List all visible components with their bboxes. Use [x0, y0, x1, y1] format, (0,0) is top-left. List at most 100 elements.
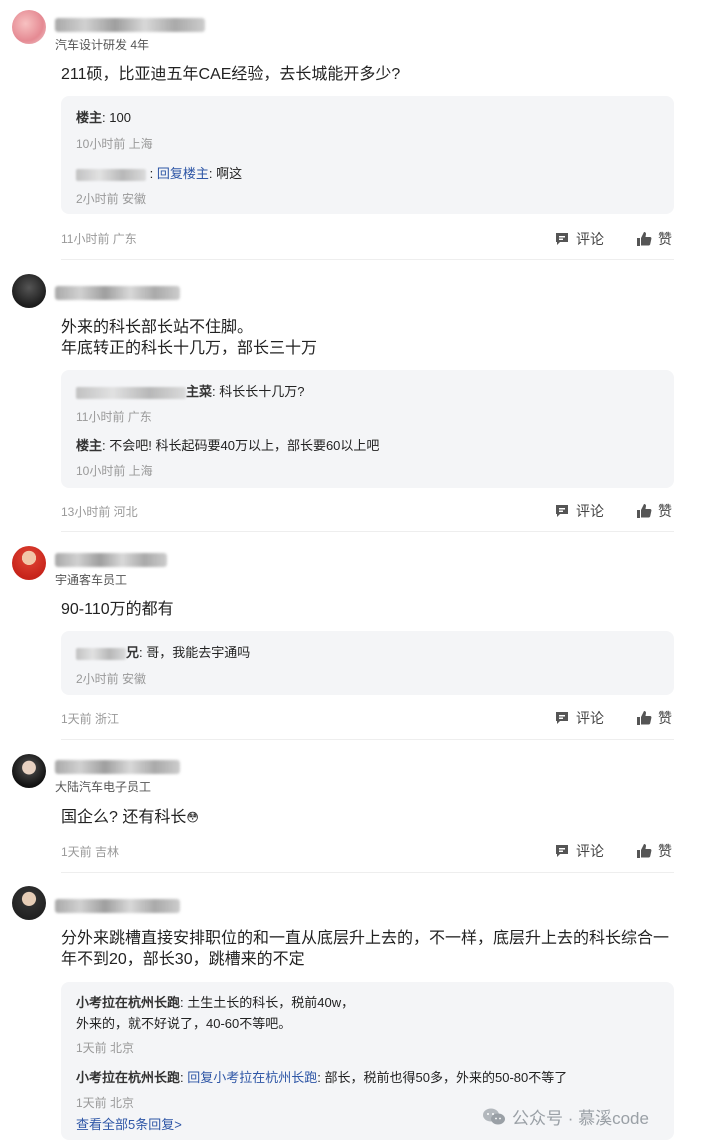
like-button[interactable]: 赞: [636, 708, 672, 728]
divider: [61, 259, 674, 260]
reply-line: 小考拉在杭州长跑: 土生土长的科长，税前40w，: [76, 992, 354, 1011]
reply-line: 楼主: 不会吧! 科长起码要40万以上，部长要60以上吧: [76, 435, 379, 454]
comment-icon: [556, 233, 568, 245]
user-subtitle: 大陆汽车电子员工: [55, 780, 152, 794]
reply-content: 土生土长的科长，税前40w，: [187, 995, 355, 1010]
thumbs-up-icon: [637, 711, 652, 725]
like-button[interactable]: 赞: [636, 841, 672, 861]
like-label: 赞: [658, 843, 672, 859]
thumbs-up-icon: [637, 232, 652, 246]
reply-box: 楼主: 100 10小时前 上海 : 回复楼主: 啊这 2小时前 安徽: [61, 96, 674, 214]
comment-icon: [556, 845, 568, 857]
comment-icon: [556, 505, 568, 517]
username-blurred[interactable]: [55, 286, 180, 300]
username-blurred[interactable]: [55, 553, 167, 567]
reply-box: 兄: 哥，我能去宇通吗 2小时前 安徽: [61, 631, 674, 695]
reply-to-link[interactable]: 回复小考拉在杭州长跑: [187, 1070, 317, 1085]
comment-text-line: 分外来跳槽直接安排职位的和一直从底层升上去的，不一样，底层升上去的科长综合一: [61, 930, 670, 947]
comment-label: 评论: [576, 503, 604, 519]
thumbs-up-icon: [637, 504, 652, 518]
comment-button[interactable]: 评论: [554, 708, 604, 728]
avatar[interactable]: [12, 754, 46, 788]
reply-author-blurred[interactable]: [76, 647, 126, 660]
reply-content: 100: [109, 110, 131, 125]
reply-author[interactable]: 小考拉在杭州长跑: [76, 1070, 180, 1085]
like-label: 赞: [658, 231, 672, 247]
reply-meta: 10小时前 上海: [76, 137, 153, 151]
reply-author-blurred[interactable]: [76, 386, 186, 399]
avatar[interactable]: [12, 546, 46, 580]
view-all-replies-link[interactable]: 查看全部5条回复>: [76, 1114, 182, 1133]
reply-meta: 11小时前 广东: [76, 410, 152, 424]
reply-separator: :: [102, 110, 106, 125]
thumbs-up-icon: [637, 844, 652, 858]
comment-text: 90-110万的都有: [61, 601, 174, 618]
reply-box: 主菜: 科长长十几万? 11小时前 广东 楼主: 不会吧! 科长起码要40万以上…: [61, 370, 674, 488]
avatar[interactable]: [12, 274, 46, 308]
user-subtitle: 宇通客车员工: [55, 573, 128, 587]
comment-label: 评论: [576, 231, 604, 247]
reply-meta: 2小时前 安徽: [76, 192, 147, 206]
like-label: 赞: [658, 710, 672, 726]
reply-line: 楼主: 100: [76, 107, 131, 126]
comment-text-content: 国企么? 还有科长: [61, 809, 187, 826]
reply-line: 兄: 哥，我能去宇通吗: [76, 642, 250, 661]
reply-meta: 10小时前 上海: [76, 464, 153, 478]
username-blurred[interactable]: [55, 760, 180, 774]
username-blurred[interactable]: [55, 899, 180, 913]
reply-separator: :: [102, 438, 106, 453]
comment-text: 国企么? 还有科长😳: [61, 807, 199, 828]
reply-content: 部长，税前也得50多，外来的50-80不等了: [324, 1070, 568, 1085]
wechat-icon: [483, 1108, 505, 1124]
comment-text: 外来的科长部长站不住脚。 年底转正的科长十几万，部长三十万: [61, 317, 317, 359]
comment-text-line: 外来的科长部长站不住脚。: [61, 319, 254, 336]
comment-text-line: 年不到20，部长30，跳槽来的不定: [61, 951, 305, 968]
reply-line-continued: 外来的，就不好说了，40-60不等吧。: [76, 1016, 292, 1031]
emoji-icon: 😳: [186, 810, 199, 825]
reply-separator: :: [149, 166, 154, 181]
comment-label: 评论: [576, 843, 604, 859]
comment-meta: 11小时前 广东: [61, 232, 137, 246]
like-button[interactable]: 赞: [636, 229, 672, 249]
reply-meta: 1天前 北京: [76, 1096, 135, 1110]
reply-line: 小考拉在杭州长跑: 回复小考拉在杭州长跑: 部长，税前也得50多，外来的50-8…: [76, 1070, 568, 1085]
avatar[interactable]: [12, 10, 46, 44]
reply-line: 主菜: 科长长十几万?: [76, 381, 305, 400]
comment-icon: [556, 712, 568, 724]
divider: [61, 872, 674, 873]
reply-content: 哥，我能去宇通吗: [146, 645, 251, 660]
reply-content: 不会吧! 科长起码要40万以上，部长要60以上吧: [109, 438, 380, 453]
comment-label: 评论: [576, 710, 604, 726]
reply-line: : 回复楼主: 啊这: [76, 163, 242, 182]
like-label: 赞: [658, 503, 672, 519]
reply-author[interactable]: 楼主: [76, 438, 102, 453]
avatar[interactable]: [12, 886, 46, 920]
username-blurred[interactable]: [55, 18, 205, 32]
reply-author[interactable]: 小考拉在杭州长跑: [76, 995, 180, 1010]
reply-author-blurred[interactable]: [76, 168, 146, 181]
user-subtitle: 汽车设计研发 4年: [55, 38, 150, 52]
reply-separator: :: [180, 1070, 184, 1085]
comment-meta: 13小时前 河北: [61, 505, 138, 519]
reply-separator: :: [139, 645, 143, 660]
comment-text-line: 年底转正的科长十几万，部长三十万: [61, 340, 318, 357]
reply-separator: :: [180, 995, 184, 1010]
comment-button[interactable]: 评论: [554, 229, 604, 249]
divider: [61, 531, 674, 532]
like-button[interactable]: 赞: [636, 501, 672, 521]
comment-button[interactable]: 评论: [554, 501, 604, 521]
reply-separator: :: [212, 384, 216, 399]
divider: [61, 739, 674, 740]
reply-meta: 1天前 北京: [76, 1041, 135, 1055]
reply-author[interactable]: 主菜: [186, 384, 212, 399]
comment-text: 211硕，比亚迪五年CAE经验，去长城能开多少?: [61, 66, 401, 83]
reply-content: 科长长十几万?: [219, 384, 305, 399]
reply-author[interactable]: 兄: [126, 645, 139, 660]
reply-author[interactable]: 楼主: [76, 110, 102, 125]
comment-button[interactable]: 评论: [554, 841, 604, 861]
comment-text: 分外来跳槽直接安排职位的和一直从底层升上去的，不一样，底层升上去的科长综合一 年…: [61, 928, 669, 970]
watermark-text: 公众号 · 慕溪code: [512, 1109, 649, 1128]
reply-content: 啊这: [216, 166, 243, 181]
watermark: 公众号 · 慕溪code: [482, 1104, 649, 1129]
reply-to-link[interactable]: 回复楼主: [157, 166, 209, 181]
